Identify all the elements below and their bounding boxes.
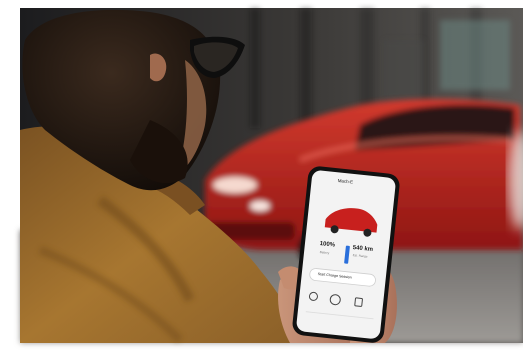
photo-scene: Mach-E 100% 540 km Battery Est. Range St… [0,0,523,351]
smartphone [292,166,400,343]
photo [0,0,523,351]
phone-battery-label: Battery [319,250,330,255]
